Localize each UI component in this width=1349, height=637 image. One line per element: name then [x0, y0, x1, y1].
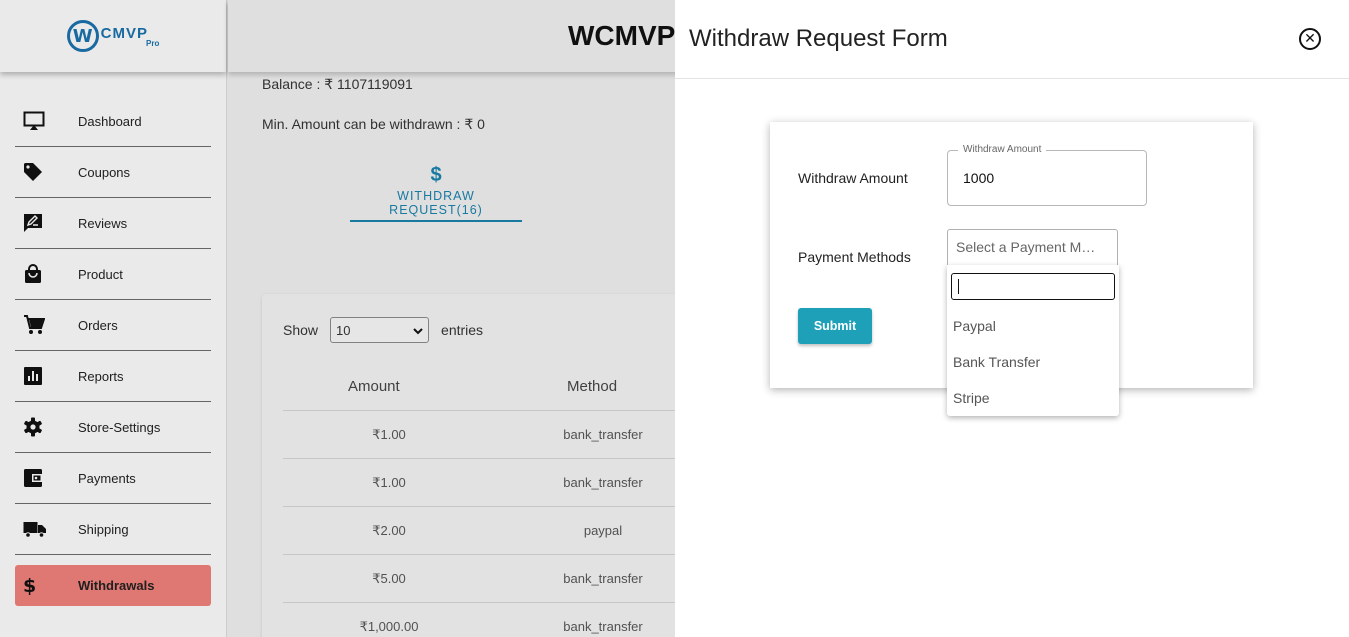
payment-method-dropdown: Paypal Bank Transfer Stripe — [947, 265, 1119, 416]
text-cursor — [958, 279, 959, 294]
dropdown-search-input[interactable] — [951, 273, 1115, 300]
withdraw-amount-legend: Withdraw Amount — [958, 144, 1047, 155]
option-paypal[interactable]: Paypal — [953, 318, 996, 334]
withdraw-request-drawer: Withdraw Request Form ✕ Withdraw Amount … — [675, 0, 1349, 637]
withdraw-amount-value: 1000 — [963, 170, 995, 186]
drawer-title: Withdraw Request Form — [689, 25, 948, 52]
withdraw-amount-label: Withdraw Amount — [798, 170, 908, 186]
drawer-header: Withdraw Request Form ✕ — [675, 0, 1349, 79]
submit-button[interactable]: Submit — [798, 308, 872, 344]
option-bank-transfer[interactable]: Bank Transfer — [953, 354, 1040, 370]
option-stripe[interactable]: Stripe — [953, 390, 990, 406]
payment-method-select[interactable]: Select a Payment M… — [947, 229, 1118, 265]
close-icon[interactable]: ✕ — [1299, 28, 1321, 50]
payment-methods-label: Payment Methods — [798, 249, 911, 265]
withdraw-amount-field[interactable]: Withdraw Amount 1000 — [947, 144, 1147, 206]
backdrop[interactable] — [0, 0, 675, 637]
